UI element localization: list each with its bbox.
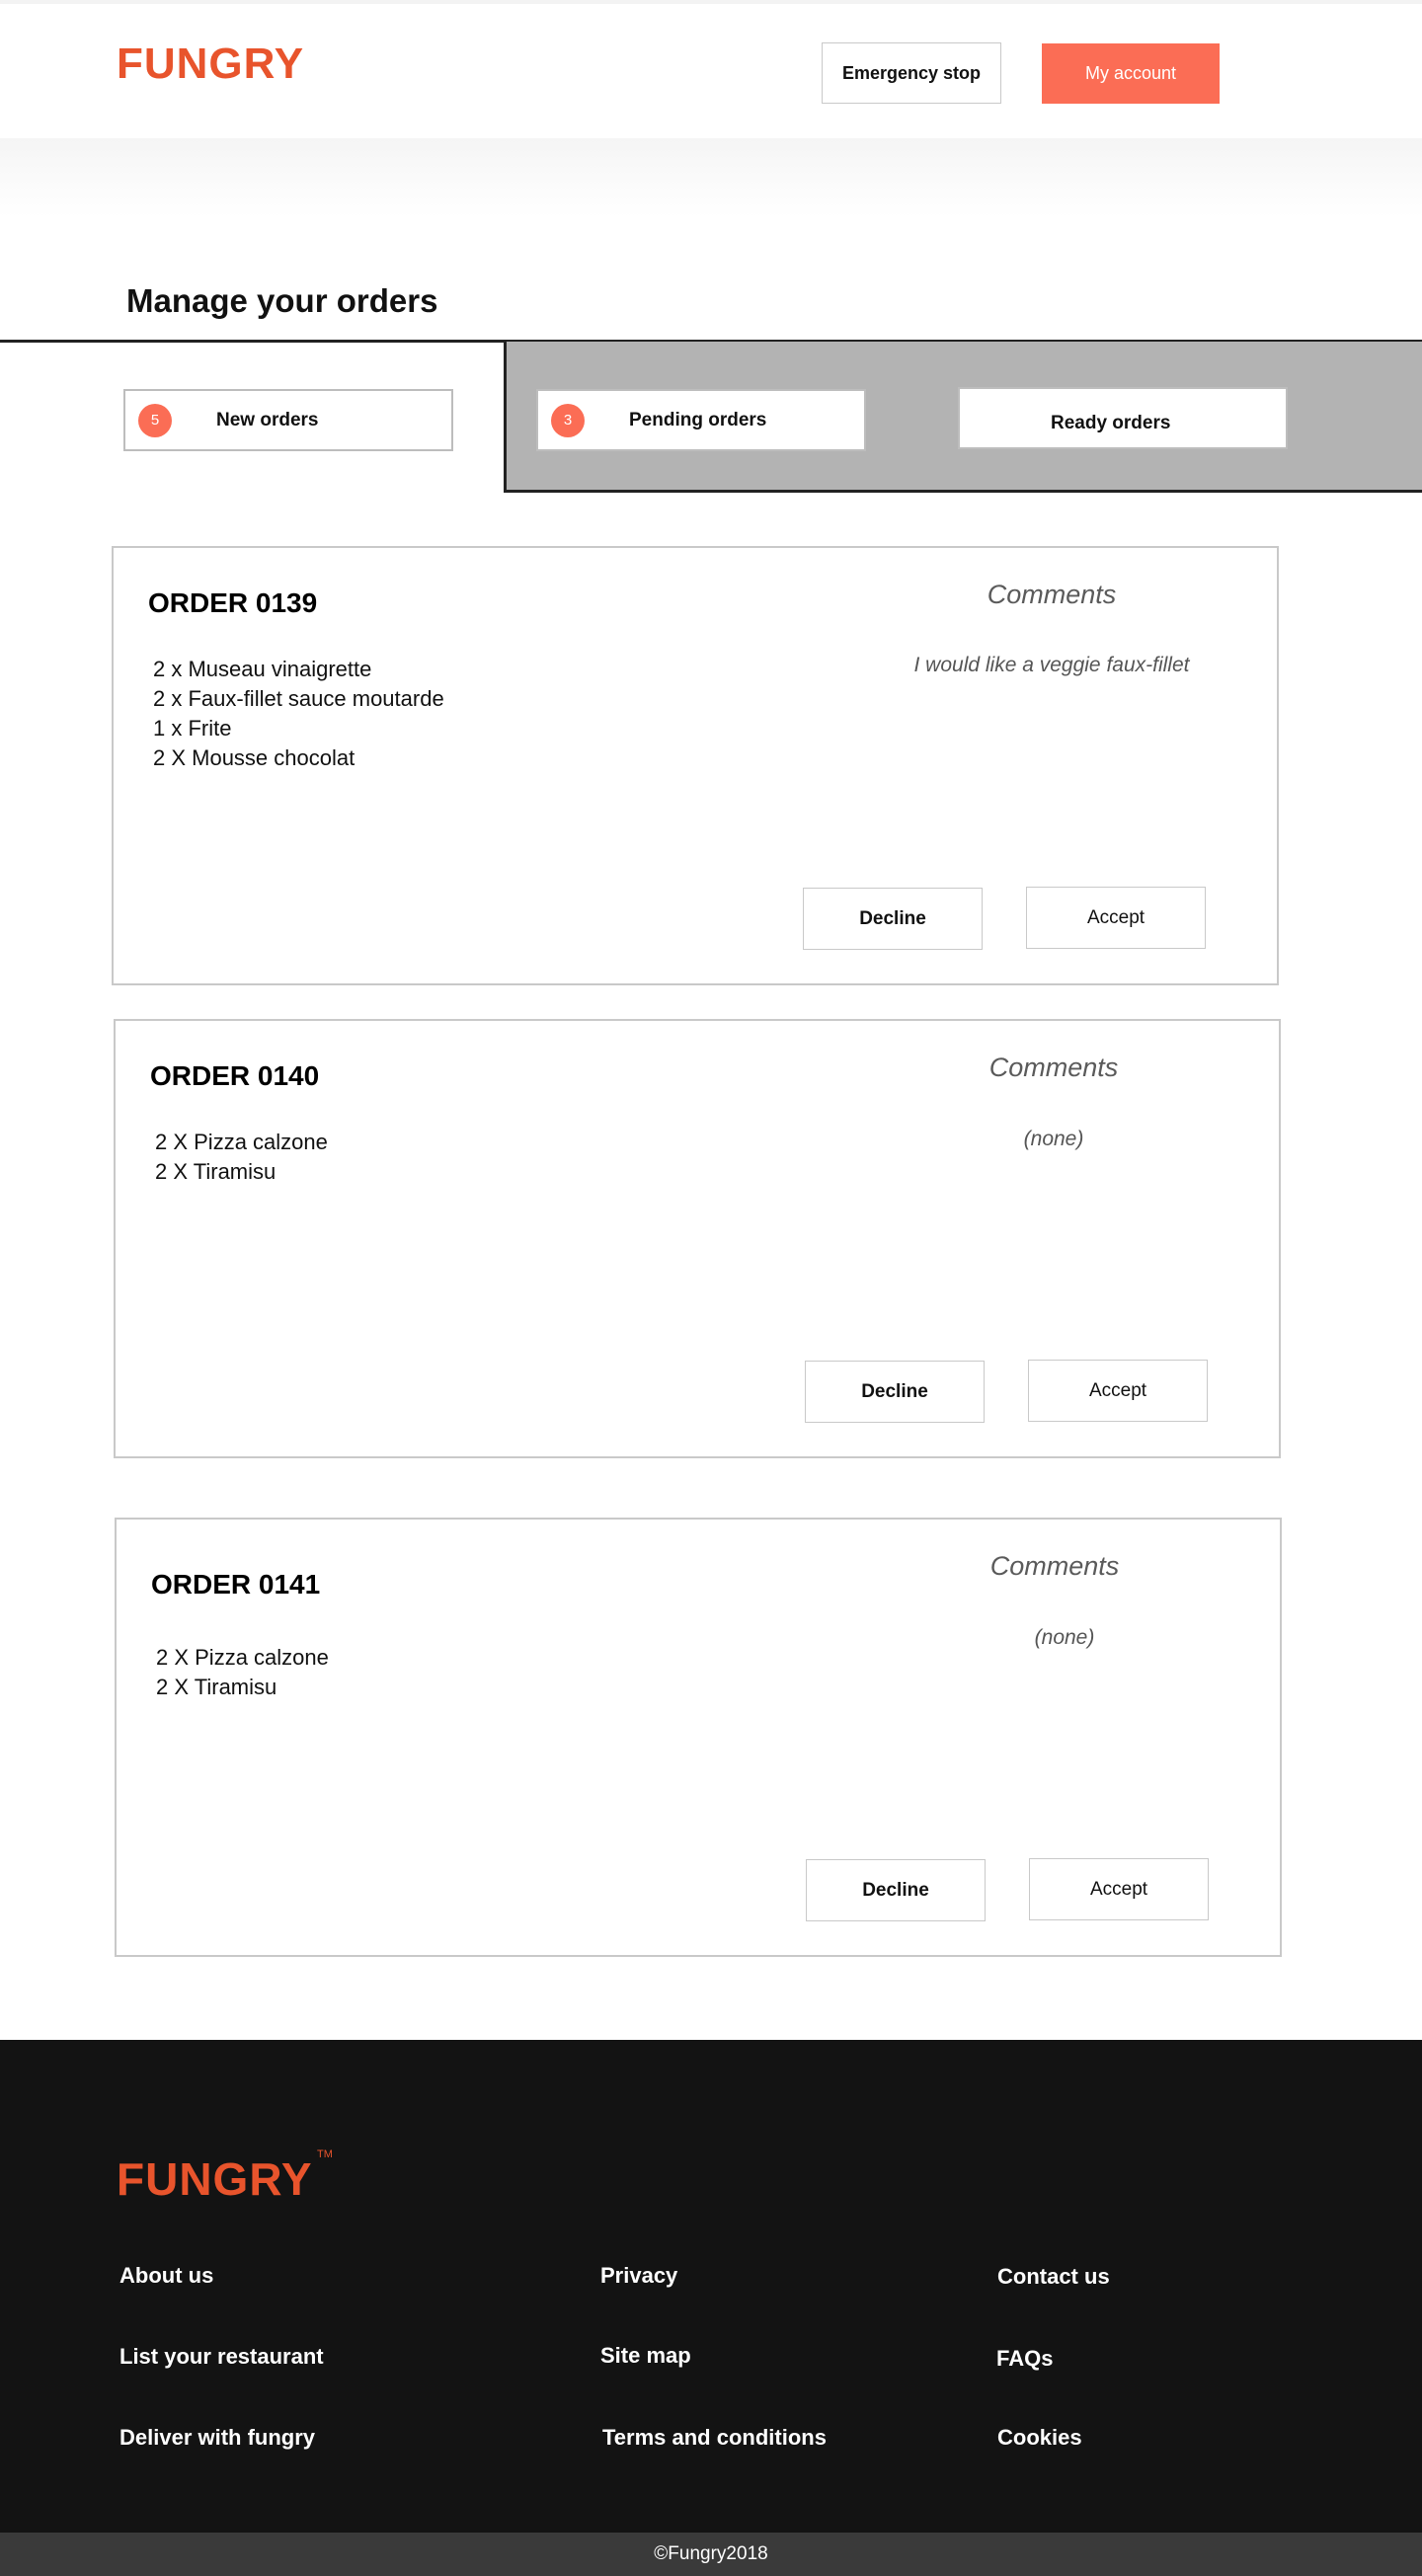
footer-link-deliver[interactable]: Deliver with fungry (119, 2425, 315, 2451)
footer-link-list-restaurant[interactable]: List your restaurant (119, 2344, 324, 2370)
order-card: ORDER 0141 2 X Pizza calzone 2 X Tiramis… (115, 1518, 1282, 1957)
tab-new-orders[interactable]: 5 New orders (123, 389, 453, 451)
fungry-footer-logo[interactable]: FUNGRY (117, 2152, 313, 2206)
order-title: ORDER 0141 (151, 1569, 321, 1600)
order-comment: (none) (1023, 1128, 1084, 1150)
order-items-list: 2 x Museau vinaigrette 2 x Faux-fillet s… (153, 655, 444, 773)
order-item: 1 x Frite (153, 716, 232, 741)
order-item: 2 X Tiramisu (155, 1159, 276, 1184)
tab-pending-orders[interactable]: 3 Pending orders (536, 389, 866, 451)
tab-label: Pending orders (629, 409, 767, 430)
decline-button[interactable]: Decline (803, 888, 983, 950)
copyright-text: ©Fungry2018 (654, 2543, 768, 2564)
order-item: 2 x Faux-fillet sauce moutarde (153, 686, 444, 711)
ready-orders-count-badge (973, 402, 1006, 435)
footer-link-faqs[interactable]: FAQs (996, 2346, 1053, 2372)
accept-button[interactable]: Accept (1026, 887, 1206, 949)
order-comment: (none) (1034, 1626, 1095, 1649)
fungry-logo[interactable]: FUNGRY (117, 39, 304, 89)
accept-button[interactable]: Accept (1028, 1360, 1208, 1422)
comments-heading: Comments (987, 580, 1117, 609)
order-item: 2 x Museau vinaigrette (153, 657, 372, 681)
order-items-list: 2 X Pizza calzone 2 X Tiramisu (155, 1128, 328, 1187)
emergency-stop-button[interactable]: Emergency stop (822, 42, 1001, 104)
order-card: ORDER 0139 2 x Museau vinaigrette 2 x Fa… (112, 546, 1279, 985)
tab-label: New orders (216, 409, 319, 430)
my-account-button[interactable]: My account (1042, 43, 1220, 104)
new-orders-count-badge: 5 (138, 403, 172, 437)
decline-button[interactable]: Decline (806, 1859, 986, 1921)
accept-button[interactable]: Accept (1029, 1858, 1209, 1920)
copyright-bar: ©Fungry2018 (0, 2533, 1422, 2576)
comments-heading: Comments (989, 1551, 1120, 1581)
order-items-list: 2 X Pizza calzone 2 X Tiramisu (156, 1643, 329, 1702)
order-item: 2 X Tiramisu (156, 1675, 277, 1699)
site-header: FUNGRY Emergency stop My account (0, 0, 1422, 138)
decline-button[interactable]: Decline (805, 1361, 985, 1423)
order-comment: I would like a veggie faux-fillet (913, 654, 1190, 676)
footer-link-site-map[interactable]: Site map (600, 2343, 691, 2369)
page-title: Manage your orders (126, 282, 438, 319)
order-title: ORDER 0139 (148, 587, 318, 618)
footer-link-about-us[interactable]: About us (119, 2263, 213, 2289)
header-shadow (0, 138, 1422, 217)
footer-link-privacy[interactable]: Privacy (600, 2263, 677, 2289)
order-title: ORDER 0140 (150, 1060, 320, 1091)
order-card: ORDER 0140 2 X Pizza calzone 2 X Tiramis… (114, 1019, 1281, 1458)
order-item: 2 X Pizza calzone (156, 1645, 329, 1670)
tab-ready-orders[interactable]: Ready orders (958, 387, 1288, 449)
pending-orders-count-badge: 3 (551, 403, 585, 437)
footer-link-contact-us[interactable]: Contact us (997, 2264, 1110, 2290)
comments-heading: Comments (988, 1053, 1119, 1082)
footer-link-cookies[interactable]: Cookies (997, 2425, 1082, 2451)
order-item: 2 X Mousse chocolat (153, 745, 356, 770)
order-item: 2 X Pizza calzone (155, 1130, 328, 1154)
footer-link-terms[interactable]: Terms and conditions (602, 2425, 827, 2451)
tab-label: Ready orders (1051, 413, 1171, 433)
trademark-mark: TM (317, 2148, 333, 2160)
